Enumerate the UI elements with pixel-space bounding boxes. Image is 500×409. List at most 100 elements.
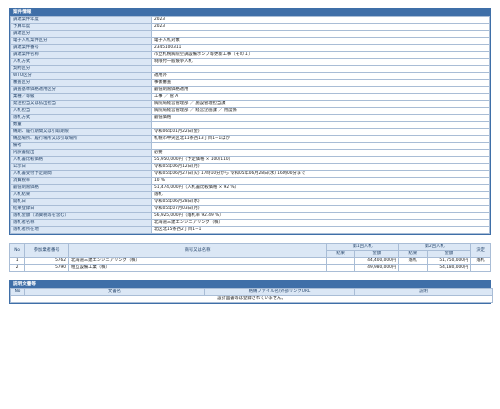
project-info-title: 案件情報 [10,9,490,16]
info-value: 北区北15条西2丁目1−1 [151,226,490,234]
info-row: 落札金額（消費税等を含む） 56,925,000円（落札率 92.49 %） [10,212,490,220]
bid-no: 1 [8,257,26,265]
info-label: 発注担当又は払出担当 [10,100,152,108]
info-label: 落札者所在地 [10,226,152,234]
info-label: 最低制限価格 [10,184,152,192]
col-no: No [8,243,26,258]
info-label: 公示日 [10,163,152,171]
info-row: 納品場所、履行場所又は引取場所 札幌市中央区北11条西13丁目1−1ほか [10,135,490,143]
info-row: 契約区分 [10,65,490,73]
doc-col-no: No [10,288,25,296]
doc-col-name: 文書名 [24,288,205,296]
info-value: 最低制限価格適用 [151,86,490,94]
info-value [151,65,490,73]
col-r1-amount: 金額 [354,250,400,258]
info-label: 調達案件番号 [10,44,152,52]
info-row: 発注担当又は払出担当 病院局経営管理部 ／ 施設管理担当課 [10,100,490,108]
info-value: 10 % [151,177,490,185]
bid-r2-result [398,264,428,272]
info-row: WTO区分 適用外 [10,72,490,80]
bid-r1-amount: 44,400,000円 [354,257,400,265]
info-value: 2023 [151,23,490,31]
info-label: 調達案件名称 [10,51,152,59]
info-row: 落札者名称 北海道三建エンジニアリング（株） [10,219,490,227]
info-label: 入札結果 [10,191,152,199]
info-value: 51,474,000円（入札書比較価格 × 92 %） [151,184,490,192]
info-row: 予算年度 2023 [10,23,490,31]
info-row: 最低制限価格 51,474,000円（入札書比較価格 × 92 %） [10,184,490,192]
info-row: 調達案件番号 2345100311 [10,44,490,52]
info-label: 予算年度 [10,23,152,31]
info-label: 入札書受付予定期間 [10,170,152,178]
bid-r2-amount: 54,180,000円 [426,264,472,272]
info-label: 電子入札案件区分 [10,37,152,45]
bid-reg-no: 5762 [24,257,70,265]
info-label: 入札書比較価格 [10,156,152,164]
info-label: 納品場所、履行場所又は引取場所 [10,135,152,143]
info-label: 落札金額（消費税等を含む） [10,212,152,220]
col-name: 商号又は名称 [68,243,327,258]
bid-results-table: No 参加業者番号 商号又は名称 第1回入札 第2回入札 決定 結果 金額 結果… [8,243,491,272]
info-row: 内訳書提出 必要 [10,149,490,157]
info-label: WTO区分 [10,72,152,80]
info-value [151,121,490,129]
info-row: 業種／等級 工事 ／ 管 A [10,93,490,101]
info-label: 開札日 [10,198,152,206]
info-row: 落札方式 最低価格 [10,114,490,122]
info-value: 落札 [151,191,490,199]
col-r2-result: 結果 [398,250,428,258]
info-label: 調査基準価格適用区分 [10,86,152,94]
info-row: 調達案件名称 市立札幌病院空調設備ポンプ等更新工事（その１） [10,51,490,59]
info-row: 結果登録日 令和05年07月03日(月) [10,205,490,213]
info-value: 最低価格 [151,114,490,122]
info-label: 調達案件年度 [10,16,152,24]
info-value: 56,925,000円（落札率 92.49 %） [151,212,490,220]
info-value: 適用外 [151,72,490,80]
info-row: 調査基準価格適用区分 最低制限価格適用 [10,86,490,94]
info-row: 審査区分 事後審査 [10,79,490,87]
info-value: 令和05年06月12日(月) [151,163,490,171]
col-decision: 決定 [470,243,491,258]
info-value: 2345100311 [151,44,490,52]
documents-title: 説明文書等 [10,281,490,288]
info-value: 市立札幌病院空調設備ポンプ等更新工事（その１） [151,51,490,59]
info-label: 契約区分 [10,65,152,73]
info-label: 落札者名称 [10,219,152,227]
bid-r2-amount: 51,750,000円 [426,257,472,265]
project-info-table: 調達案件年度 2023 予算年度 2023 調達区分 電子入札案件区分 電子入札対象 調達案件… [10,16,490,234]
bid-r2-result: 落札 [398,257,428,265]
documents-panel: 説明文書等 No 文書名 格納ファイル名/外部リンクURL 説明 設計図書等は登… [9,280,493,304]
info-row: 消費税率 10 % [10,177,490,185]
info-label: 調達区分 [10,30,152,38]
info-row: 開札日 令和05年06月28日(水) [10,198,490,206]
info-value: 事後審査 [151,79,490,87]
info-label: 消費税率 [10,177,152,185]
info-label: 数量 [10,121,152,129]
info-row: 納期、履行期間又は引取期限 令和06年01月22日(金) [10,128,490,136]
col-r2-amount: 金額 [426,250,472,258]
info-value: 電子入札対象 [151,37,490,45]
info-label: 審査区分 [10,79,152,87]
info-value: 工事 ／ 管 A [151,93,490,101]
col-round2: 第2回入札 [398,243,472,251]
col-reg-no: 参加業者番号 [24,243,70,258]
project-info-panel: 案件情報 調達案件年度 2023 予算年度 2023 調達区分 電子入札案件区分 電子入札対… [9,8,491,235]
info-value: 制限付一般競争入札 [151,58,490,66]
bid-no: 2 [8,264,26,272]
info-row: 数量 [10,121,490,129]
info-row: 調達区分 [10,30,490,38]
info-value: 令和05年06月28日(水) [151,198,490,206]
bid-r1-result [325,257,356,265]
bid-decision [470,264,491,272]
documents-table: No 文書名 格納ファイル名/外部リンクURL 説明 設計図書等は登録されていま… [10,288,493,303]
info-row: 調達案件年度 2023 [10,16,490,24]
info-value [151,142,490,150]
bid-row: 2 5790 相互設備工業（株） 49,980,000円 54,180,000円 [8,264,491,272]
info-label: 納期、履行期間又は引取期限 [10,128,152,136]
info-row: 入札担当 病院局経営管理部 ／ 経営企画課 ／ 用度係 [10,107,490,115]
info-label: 入札方式 [10,58,152,66]
info-label: 結果登録日 [10,205,152,213]
info-row: 入札結果 落札 [10,191,490,199]
info-value: 必要 [151,149,490,157]
info-value: 病院局経営管理部 ／ 経営企画課 ／ 用度係 [151,107,490,115]
